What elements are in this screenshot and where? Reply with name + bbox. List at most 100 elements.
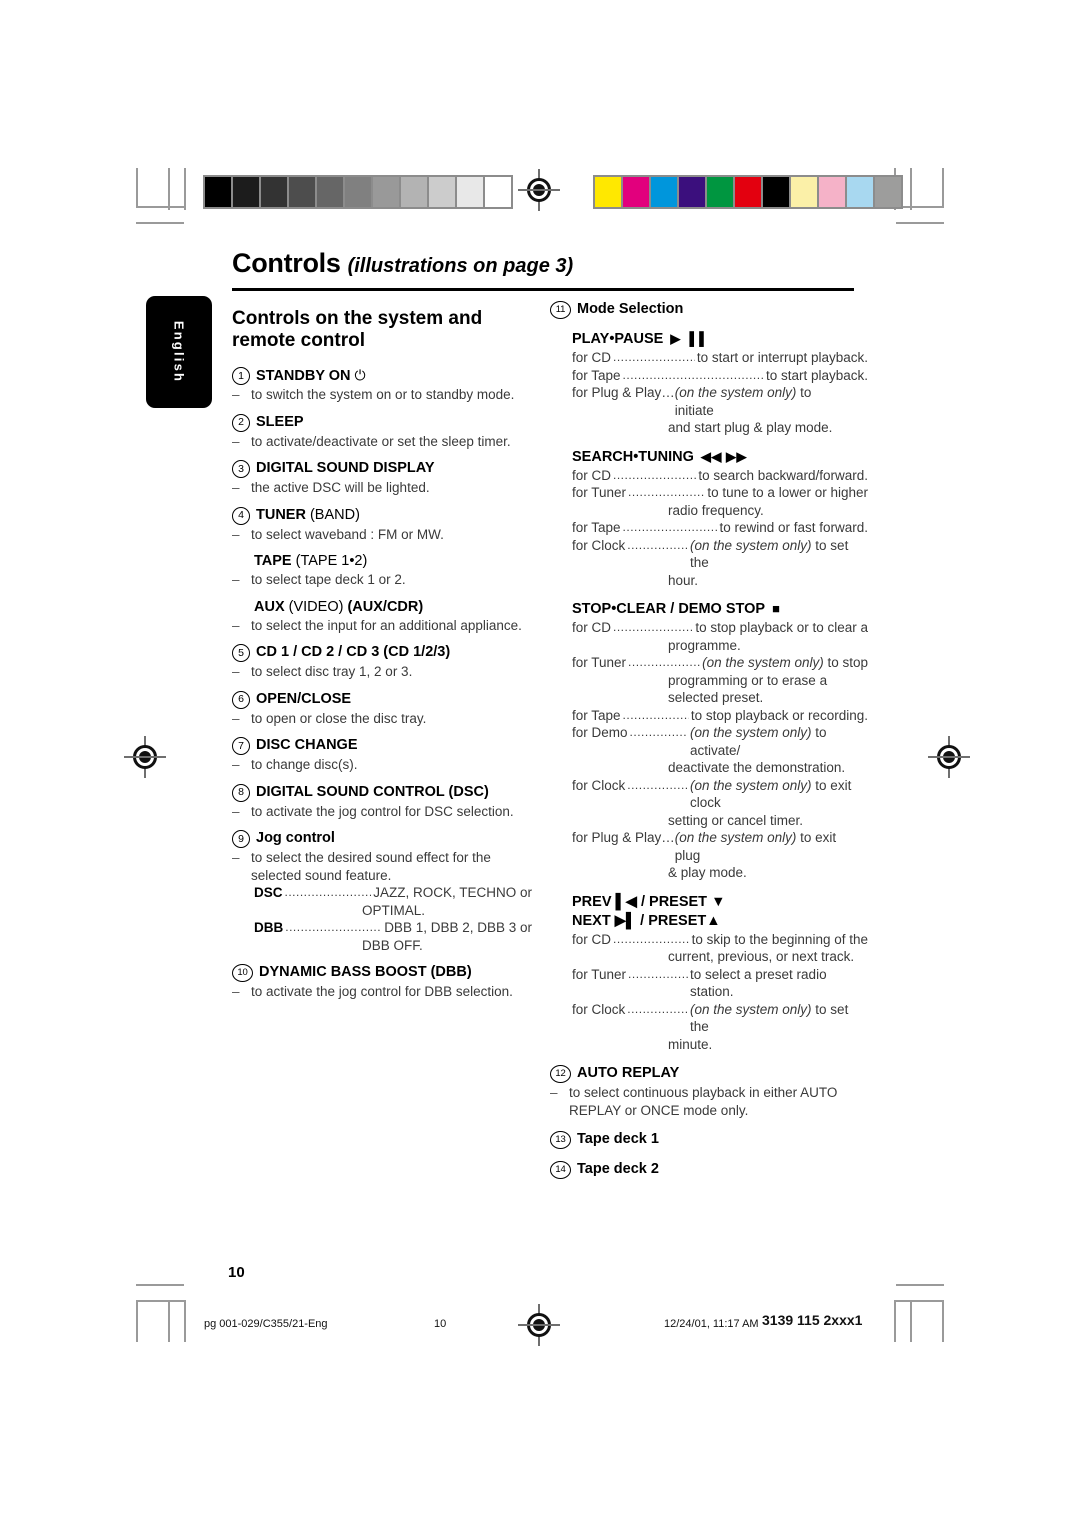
entry-number: 8 bbox=[232, 783, 250, 802]
entry-number: 4 bbox=[232, 506, 250, 525]
control-entry: 2 SLEEP – to activate/deactivate or set the… bbox=[232, 413, 532, 451]
leader-value: JAZZ, ROCK, TECHNO or bbox=[373, 885, 532, 900]
color-calibration-bar bbox=[593, 175, 903, 209]
dash-bullet: – bbox=[232, 664, 240, 679]
transport-control-icon: ▶ ▐▐ bbox=[670, 331, 705, 346]
title-divider bbox=[232, 288, 854, 291]
entry-heading-text: CD 1 / CD 2 / CD 3 (CD 1/2/3) bbox=[256, 644, 451, 660]
leader-value: (on the system only) to initiate bbox=[674, 385, 812, 418]
right-column: 11 Mode Selection PLAY•PAUSE ▶ ▐▐ for CD....… bbox=[550, 300, 868, 1188]
entry-number: 1 bbox=[232, 367, 250, 385]
entry-heading: 6 OPEN/CLOSE bbox=[232, 690, 532, 709]
page-title: Controls (illustrations on page 3) bbox=[232, 248, 854, 279]
leader-value-italic: (on the system only) bbox=[674, 830, 797, 845]
control-entry: 12 AUTO REPLAY – to select continuous playb… bbox=[550, 1064, 868, 1119]
leader-value: to search backward/forward. bbox=[698, 467, 868, 483]
entry-description-text: to select continuous playback in either … bbox=[569, 1085, 838, 1118]
entry-heading: 4 TUNER (BAND) bbox=[232, 506, 532, 525]
leader-dots: ........................................… bbox=[627, 1001, 688, 1016]
leader-row: for Tape................................… bbox=[572, 707, 868, 725]
color-swatch bbox=[623, 177, 649, 207]
footer-document-code: 3139 115 2xxx1 bbox=[762, 1312, 863, 1328]
color-swatch bbox=[791, 177, 817, 207]
dash-bullet: – bbox=[232, 433, 240, 449]
leader-row: for Tape................................… bbox=[572, 519, 868, 537]
leader-label: for Plug & Play… bbox=[572, 830, 675, 845]
leader-label: for Tuner bbox=[572, 655, 627, 670]
entry-number: 6 bbox=[232, 690, 250, 709]
control-entry: AUX (VIDEO) (AUX/CDR) – to select the inpu… bbox=[232, 598, 532, 635]
entry-heading-text: OPEN/CLOSE bbox=[256, 690, 352, 707]
dash-bullet: – bbox=[232, 710, 240, 726]
entry-heading-text: DIGITAL SOUND DISPLAY bbox=[256, 460, 435, 476]
dash-bullet: – bbox=[232, 803, 240, 819]
color-swatch bbox=[679, 177, 705, 207]
entry-heading: 14 Tape deck 2 bbox=[550, 1160, 868, 1179]
color-swatch bbox=[763, 177, 789, 207]
leader-continuation: programming or to erase a bbox=[668, 672, 828, 688]
grayscale-swatch bbox=[457, 177, 483, 207]
entry-number: 3 bbox=[232, 460, 250, 478]
mode-group-heading: PREV ▌◀ / PRESET ▼ bbox=[572, 893, 726, 910]
dash-bullet: – bbox=[232, 387, 240, 402]
entry-description-text: to open or close the disc tray. bbox=[251, 710, 427, 726]
color-swatch bbox=[819, 177, 845, 207]
mode-group-heading: STOP•CLEAR / DEMO STOP ■ bbox=[572, 601, 781, 617]
entry-heading: 5 CD 1 / CD 2 / CD 3 (CD 1/2/3) bbox=[232, 643, 532, 662]
manual-page: Controls (illustrations on page 3) Englis… bbox=[0, 0, 1080, 1528]
entry-heading-text: TUNER (BAND) bbox=[256, 506, 360, 523]
leader-value: (on the system only) to set the bbox=[690, 1001, 849, 1035]
entry-number: 7 bbox=[232, 737, 250, 755]
entry-number: 12 bbox=[550, 1065, 571, 1083]
color-swatch bbox=[651, 177, 677, 207]
entry-heading: 13 Tape deck 1 bbox=[550, 1130, 868, 1149]
leader-label: for CD bbox=[572, 620, 612, 635]
leader-label: for Tape bbox=[572, 707, 621, 723]
leader-dots: ........................................… bbox=[613, 931, 690, 946]
registration-mark-bottom bbox=[518, 1304, 560, 1346]
leader-value-italic: (on the system only) bbox=[674, 385, 797, 400]
entry-heading: 3 DIGITAL SOUND DISPLAY bbox=[232, 459, 532, 478]
mode-group-heading: SEARCH•TUNING ◀◀ ▶▶ bbox=[572, 448, 747, 465]
entry-heading-text: Tape deck 1 bbox=[577, 1131, 659, 1147]
leader-dots: ........................................… bbox=[628, 485, 705, 499]
leader-label: for Tuner bbox=[572, 485, 627, 500]
right-entry-list: 11 Mode Selection PLAY•PAUSE ▶ ▐▐ for CD....… bbox=[550, 300, 868, 1179]
entry-number: 11 bbox=[550, 301, 571, 319]
transport-control-icon: ■ bbox=[772, 601, 781, 616]
grayscale-swatch bbox=[429, 177, 455, 207]
leader-value-italic: (on the system only) bbox=[690, 1001, 812, 1017]
entry-number: 2 bbox=[232, 413, 250, 432]
entry-description-text: to select the desired sound effect for t… bbox=[251, 850, 491, 883]
entry-description-text: to select the input for an additional ap… bbox=[251, 617, 522, 633]
leader-continuation: programme. bbox=[668, 637, 741, 653]
leader-value: to start playback. bbox=[765, 367, 868, 383]
control-entry: 14 Tape deck 2 bbox=[550, 1160, 868, 1179]
leader-value: (on the system only) to exit clock bbox=[690, 777, 852, 811]
control-entry: 10 DYNAMIC BASS BOOST (DBB) – to activate t… bbox=[232, 963, 532, 1001]
left-column: Controls on the system and remote contro… bbox=[232, 300, 532, 1010]
power-standby-icon: ⏻ bbox=[354, 367, 366, 383]
leader-value: (on the system only) to stop bbox=[702, 655, 868, 670]
leader-value: to stop playback or to clear a bbox=[695, 620, 868, 635]
leader-label: for CD bbox=[572, 350, 612, 365]
control-entry: 3 DIGITAL SOUND DISPLAY – the active DSC wi… bbox=[232, 459, 532, 497]
leader-label: DBB bbox=[254, 920, 284, 935]
leader-dots: ........................................… bbox=[284, 885, 372, 899]
leader-continuation: minute. bbox=[668, 1036, 713, 1052]
dash-bullet: – bbox=[550, 1085, 558, 1100]
leader-row: for Plug & Play… (on the system only) to … bbox=[572, 384, 868, 419]
entry-heading-text: SLEEP bbox=[256, 413, 304, 430]
entry-heading-text: Mode Selection bbox=[577, 301, 684, 317]
leader-row: for Demo................................… bbox=[572, 724, 868, 759]
entry-heading-text: DYNAMIC BASS BOOST (DBB) bbox=[259, 964, 472, 980]
leader-row: for Clock...............................… bbox=[572, 777, 868, 812]
leader-continuation: selected preset. bbox=[668, 690, 764, 705]
control-entry: 4 TUNER (BAND) – to select waveband : FM or… bbox=[232, 506, 532, 544]
entry-heading-secondary: (TAPE 1•2) bbox=[291, 553, 368, 569]
leader-row: for Plug & Play… (on the system only) to … bbox=[572, 829, 868, 864]
grayscale-swatch bbox=[345, 177, 371, 207]
entry-heading: 12 AUTO REPLAY bbox=[550, 1064, 868, 1083]
entry-heading-text: DISC CHANGE bbox=[256, 737, 358, 753]
leader-dots: ........................................… bbox=[622, 707, 689, 722]
